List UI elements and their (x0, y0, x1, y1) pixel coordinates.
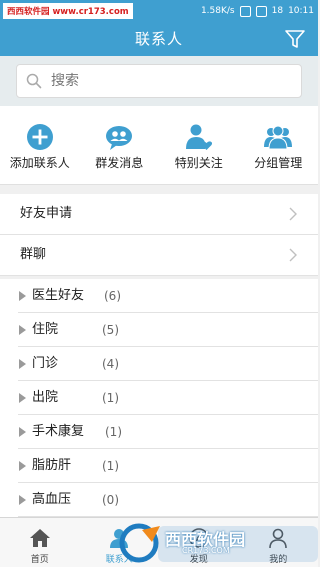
group-row-outpatient[interactable]: 门诊 (4) (0, 347, 318, 381)
add-contact-label: 添加联系人 (9, 156, 70, 170)
broadcast-icon (106, 126, 133, 150)
clock: 10:11 (288, 6, 314, 16)
plus-circle-icon (26, 124, 53, 150)
status-indicators: 1.58K/s 18 10:11 (200, 5, 318, 17)
group-name: 高血压 (32, 492, 72, 507)
group-row-inpatient[interactable]: 住院 (5) (0, 313, 318, 347)
network-speed: 1.58K/s (200, 6, 235, 16)
home-icon (29, 529, 50, 547)
broadcast-message-label: 群发消息 (95, 156, 144, 170)
expand-triangle-icon (19, 461, 26, 471)
battery-level: 18 (271, 6, 284, 16)
group-chat-row[interactable]: 群聊 (0, 235, 318, 276)
group-row-surgery-recovery[interactable]: 手术康复 (1) (0, 415, 318, 449)
filter-funnel-icon[interactable] (284, 28, 306, 50)
special-follow-button[interactable]: 特别关注 (159, 106, 239, 184)
group-name: 出院 (32, 390, 59, 405)
expand-triangle-icon (19, 495, 26, 505)
group-count: (0) (102, 493, 119, 507)
watermark-url: CR173.COM (182, 546, 230, 555)
group-row-discharged[interactable]: 出院 (1) (0, 381, 318, 415)
expand-triangle-icon (19, 359, 26, 369)
chevron-right-icon (289, 248, 297, 262)
group-name: 门诊 (32, 356, 59, 371)
group-icon (264, 125, 293, 150)
group-chat-label: 群聊 (20, 247, 47, 262)
expand-triangle-icon (19, 325, 26, 335)
user-heart-icon (185, 124, 212, 150)
search-bar-container (0, 56, 318, 106)
friend-requests-row[interactable]: 好友申请 (0, 194, 318, 235)
group-count: (6) (104, 289, 121, 303)
wifi-icon (255, 5, 267, 17)
status-bar: 西西软件园 www.cr173.com 1.58K/s 18 10:11 (0, 0, 318, 22)
group-row-hypertension[interactable]: 高血压 (0) (0, 483, 318, 517)
group-name: 脂肪肝 (32, 458, 72, 473)
expand-triangle-icon (19, 427, 26, 437)
group-count: (5) (102, 323, 119, 337)
app-header: 联系人 (0, 22, 318, 56)
group-name: 医生好友 (32, 288, 85, 303)
broadcast-message-button[interactable]: 群发消息 (80, 106, 160, 184)
expand-triangle-icon (19, 291, 26, 301)
group-count: (1) (105, 425, 122, 439)
tab-home[interactable]: 首页 (0, 518, 80, 567)
group-management-button[interactable]: 分组管理 (239, 106, 319, 184)
group-name: 住院 (32, 322, 59, 337)
group-management-label: 分组管理 (254, 156, 303, 170)
group-row-fatty-liver[interactable]: 脂肪肝 (1) (0, 449, 318, 483)
expand-triangle-icon (19, 393, 26, 403)
page-title: 联系人 (134, 30, 183, 48)
contact-entry-list: 好友申请 群聊 (0, 194, 318, 276)
group-count: (1) (102, 391, 119, 405)
watermark-label: 西西软件园 www.cr173.com (3, 3, 133, 19)
add-contact-button[interactable]: 添加联系人 (0, 106, 80, 184)
quick-actions: 添加联系人 群发消息 特别关注 分组管理 (0, 106, 318, 185)
group-name: 手术康复 (32, 424, 85, 439)
search-box[interactable] (16, 64, 302, 98)
special-follow-label: 特别关注 (174, 156, 223, 170)
tab-home-label: 首页 (30, 555, 49, 565)
friend-requests-label: 好友申请 (20, 206, 73, 221)
search-input[interactable] (51, 65, 281, 97)
group-count: (1) (102, 459, 119, 473)
chevron-right-icon (289, 207, 297, 221)
contact-groups: 医生好友 (6) 住院 (5) 门诊 (4) 出院 (1) 手术康复 (1) 脂… (0, 279, 318, 517)
group-count: (4) (102, 357, 119, 371)
alarm-icon (239, 5, 251, 17)
group-row-doctor-friends[interactable]: 医生好友 (6) (0, 279, 318, 313)
search-icon (26, 73, 42, 89)
